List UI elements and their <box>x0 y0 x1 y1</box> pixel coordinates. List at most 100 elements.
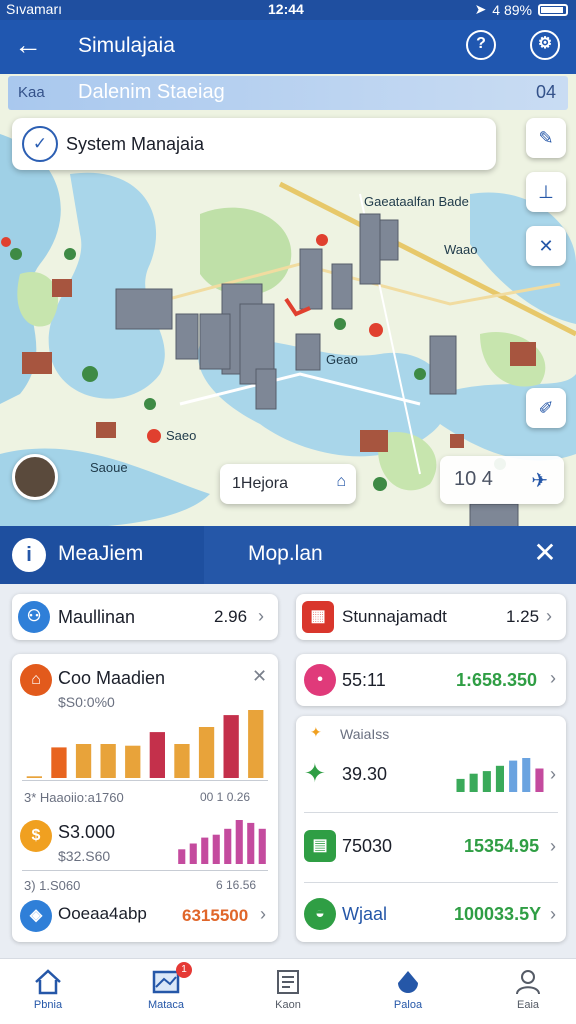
building-icon: ▦ <box>302 601 334 633</box>
tab-mediem[interactable]: i MeaJiem <box>0 526 204 584</box>
filter-icon[interactable]: ⊥ <box>526 172 566 212</box>
map-label: Geao <box>326 352 358 367</box>
right-item-label: 55:11 <box>342 670 386 690</box>
chart-bar <box>201 837 209 864</box>
chart-icon: ▤ <box>304 830 336 862</box>
tab-label: MeaJiem <box>58 542 144 565</box>
nav-item-home[interactable]: Pbnia <box>8 965 88 1021</box>
divider <box>22 870 268 871</box>
map-view[interactable]: Kaa Dalenim Staeiag 04 ✓ System Manajaia… <box>0 74 576 530</box>
chart-bar <box>235 820 243 864</box>
nav-label: Eaia <box>516 999 540 1011</box>
map-stat-card[interactable]: 10 4 ✈ <box>440 456 564 504</box>
chart-bar <box>522 758 531 792</box>
close-icon[interactable]: ✕ <box>252 666 267 687</box>
row2-sub: $32.S60 <box>58 848 111 864</box>
dot-icon: • <box>304 664 336 696</box>
chevron-right-icon: › <box>550 836 556 856</box>
home-icon: ⌂ <box>336 473 346 490</box>
row2-value: S3.000 <box>58 822 116 842</box>
chevron-right-icon: › <box>258 606 264 626</box>
bottom-nav: Pbnia Mataca Kaon Paloa Eaia <box>0 958 576 1024</box>
card-value: 2.96 <box>214 607 248 626</box>
metric-label[interactable]: Wjaal <box>342 904 387 925</box>
search-text: System Manajaia <box>66 134 205 154</box>
row3-label[interactable]: Ooeaa4abp <box>58 904 147 924</box>
star-icon: ✦ <box>310 724 322 740</box>
chart-bar <box>456 778 465 792</box>
leaf-icon: ◒ <box>304 898 336 930</box>
pen-icon[interactable]: ✐ <box>526 388 566 428</box>
user-icon <box>516 970 540 995</box>
close-icon[interactable]: ✕ <box>530 538 560 568</box>
home-icon <box>35 969 61 995</box>
search-bar[interactable]: ✓ System Manajaia <box>12 118 496 170</box>
info-icon: i <box>12 538 46 572</box>
chart-footer-right: 00 1 0.26 <box>200 790 251 804</box>
chart-bar <box>247 822 255 864</box>
nav-item-map[interactable]: Mataca <box>126 965 206 1021</box>
map-label: Gaeataalfan Bade <box>364 194 469 209</box>
metrics-card: ✦ WaiaIss ✦ 39.30 › ▤ 75030 15354.95 › ◒… <box>296 716 566 942</box>
tab-moplan[interactable]: Mop.lan <box>248 542 323 566</box>
divider <box>22 780 268 781</box>
map-label: Saoue <box>90 460 128 475</box>
metric-label: 75030 <box>342 836 393 856</box>
tab-bar: i MeaJiem Mop.lan ✕ <box>0 526 576 584</box>
divider <box>304 812 558 813</box>
row2-footer-right: 6 16.56 <box>216 878 257 892</box>
map-thumbnail[interactable] <box>12 454 58 500</box>
chevron-right-icon: › <box>550 668 556 688</box>
card-value: 1.25 <box>506 607 540 626</box>
metric-label: 39.30 <box>342 764 388 784</box>
status-right: ➤ 4 89% <box>475 1 568 18</box>
carrier-label: Sıvamarı <box>6 1 63 17</box>
subheader-label: Dalenim Staeiag <box>78 81 225 103</box>
settings-icon[interactable]: ⚙ <box>530 30 560 60</box>
card-label: Stunnajamadt <box>342 607 447 626</box>
map-callout[interactable]: 1Hejora ⌂ <box>220 464 356 504</box>
chart-bar <box>258 828 266 864</box>
chart-bar <box>26 776 42 778</box>
chevron-right-icon: › <box>550 764 556 784</box>
right-item-card[interactable]: • 55:11 1:658.350 › <box>296 654 566 706</box>
chart-bar <box>51 747 67 778</box>
chart-bar <box>223 715 239 778</box>
row3-value: 6315500 <box>182 906 249 925</box>
nav-label: Pbnia <box>33 999 63 1011</box>
clock: 12:44 <box>268 1 304 17</box>
chart-card-title: Coo Maadien <box>58 668 166 688</box>
subheader-code: Kaa <box>18 84 45 101</box>
chart-bar <box>198 727 215 778</box>
chart-bar <box>469 773 478 792</box>
nav-item-alerts[interactable]: Paloa <box>368 965 448 1021</box>
subheader-code-right: 04 <box>535 82 556 102</box>
map-label: Saeo <box>166 428 197 443</box>
chart-bar <box>189 843 197 864</box>
chart-bar <box>125 745 141 778</box>
layers-icon[interactable]: ✎ <box>526 118 566 158</box>
chart-bar <box>75 744 92 778</box>
user-icon: ⚇ <box>18 601 50 633</box>
back-arrow-icon[interactable]: ← <box>14 30 46 62</box>
drop-icon: ◈ <box>20 900 52 932</box>
right-item-value: 1:658.350 <box>456 670 538 690</box>
tools-icon[interactable]: ✕ <box>526 226 566 266</box>
nav-label: Mataca <box>147 999 185 1011</box>
nav-item-reports[interactable]: Kaon <box>248 965 328 1021</box>
page-title: Simulajaia <box>78 34 175 57</box>
chevron-right-icon: › <box>546 606 552 626</box>
row2-footer-left: 3) 1.S060 <box>24 878 81 893</box>
bar-chart-green <box>456 758 544 792</box>
map-subheader: Kaa Dalenim Staeiag 04 <box>8 76 568 110</box>
summary-card-left[interactable]: ⚇ Maullinan 2.96 › <box>12 594 278 640</box>
metric-value: 100033.5Y <box>454 904 542 924</box>
metrics-title: WaiaIss <box>340 726 390 742</box>
chart-bar <box>535 768 544 792</box>
chevron-right-icon: › <box>260 904 266 924</box>
summary-card-right[interactable]: ▦ Stunnajamadt 1.25 › <box>296 594 566 640</box>
coin-icon: $ <box>20 820 52 852</box>
nav-item-profile[interactable]: Eaia <box>488 965 568 1021</box>
help-icon[interactable]: ? <box>466 30 496 60</box>
chart-bar <box>174 744 190 778</box>
